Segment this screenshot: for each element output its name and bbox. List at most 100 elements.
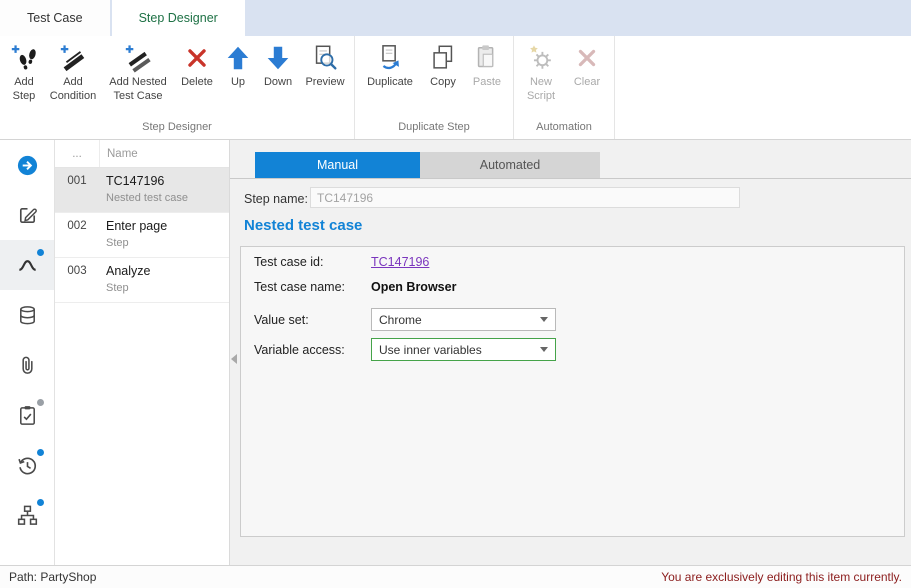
add-nested-test-case-button[interactable]: Add Nested Test Case — [102, 38, 174, 104]
add-step-label: Add Step — [6, 76, 42, 104]
step-type: Step — [106, 282, 150, 294]
section-heading: Nested test case — [244, 217, 362, 234]
up-arrow-icon — [223, 43, 253, 73]
sidebar-item-edit[interactable] — [0, 190, 54, 240]
step-number: 003 — [55, 264, 99, 294]
add-step-icon — [9, 43, 39, 73]
field-row-variable-access: Variable access: Use inner variables — [254, 338, 556, 361]
paste-button[interactable]: Paste — [465, 38, 509, 90]
test-case-id-label: Test case id: — [254, 255, 371, 269]
tab-automated-label: Automated — [480, 158, 540, 172]
sidebar-item-attachments[interactable] — [0, 340, 54, 390]
step-name-label: Step name: — [244, 192, 308, 206]
add-condition-button[interactable]: Add Condition — [44, 38, 102, 104]
attachment-icon — [16, 354, 39, 377]
ribbon-group-label-automation: Automation — [518, 116, 610, 139]
tab-automated[interactable]: Automated — [420, 152, 600, 178]
chevron-down-icon — [540, 347, 548, 352]
step-type: Step — [106, 237, 167, 249]
value-set-select[interactable]: Chrome — [371, 308, 556, 331]
ribbon-group-buttons: Duplicate Copy — [359, 38, 509, 116]
step-list-header: ... Name — [55, 140, 229, 168]
add-step-button[interactable]: Add Step — [4, 38, 44, 104]
step-detail-panel: Manual Automated Step name: Nested test … — [230, 140, 911, 565]
add-condition-icon — [58, 43, 88, 73]
test-case-name-value: Open Browser — [371, 280, 456, 294]
down-arrow-icon — [263, 43, 293, 73]
status-message: You are exclusively editing this item cu… — [661, 570, 902, 584]
notification-dot — [37, 249, 44, 256]
sidebar-item-hierarchy[interactable] — [0, 490, 54, 540]
test-case-id-link[interactable]: TC147196 — [371, 255, 429, 269]
app-window: Test Case Step Designer — [0, 0, 911, 588]
sidebar-item-checklist[interactable] — [0, 390, 54, 440]
notification-dot — [37, 449, 44, 456]
sidebar-item-history[interactable] — [0, 440, 54, 490]
new-script-label: New Script — [520, 76, 562, 104]
tab-step-designer[interactable]: Step Designer — [112, 0, 245, 36]
delete-icon — [182, 43, 212, 73]
tab-test-case[interactable]: Test Case — [0, 0, 110, 36]
ribbon-group-duplicate-step: Duplicate Copy — [355, 36, 514, 139]
variable-access-select[interactable]: Use inner variables — [371, 338, 556, 361]
ribbon-group-buttons: New Script Clear — [518, 38, 610, 116]
steps-icon — [16, 254, 39, 277]
up-button[interactable]: Up — [220, 38, 256, 90]
step-number: 002 — [55, 219, 99, 249]
step-name: Enter page — [106, 219, 167, 233]
step-list-column-name: Name — [100, 140, 138, 167]
duplicate-icon — [375, 43, 405, 73]
down-button[interactable]: Down — [256, 38, 300, 90]
ribbon-group-label-duplicate-step: Duplicate Step — [359, 116, 509, 139]
step-number: 001 — [55, 174, 99, 204]
history-icon — [16, 454, 39, 477]
clear-label: Clear — [574, 76, 600, 90]
preview-icon — [310, 43, 340, 73]
duplicate-button[interactable]: Duplicate — [359, 38, 421, 90]
sidebar-item-steps[interactable] — [0, 240, 54, 290]
duplicate-label: Duplicate — [367, 76, 413, 90]
copy-label: Copy — [430, 76, 456, 90]
step-name: Analyze — [106, 264, 150, 278]
field-row-value-set: Value set: Chrome — [254, 308, 556, 331]
hierarchy-icon — [16, 504, 39, 527]
add-condition-label: Add Condition — [46, 76, 100, 104]
delete-button[interactable]: Delete — [174, 38, 220, 90]
preview-label: Preview — [305, 76, 344, 90]
collapse-panel-arrow-icon[interactable] — [231, 354, 237, 364]
notification-dot — [37, 499, 44, 506]
new-script-button[interactable]: New Script — [518, 38, 564, 104]
copy-icon — [428, 43, 458, 73]
step-list-row[interactable]: 001 TC147196 Nested test case — [55, 168, 229, 213]
ribbon-group-automation: New Script Clear Automation — [514, 36, 615, 139]
copy-button[interactable]: Copy — [421, 38, 465, 90]
sidebar-item-test-data[interactable] — [0, 290, 54, 340]
nested-test-case-form: Test case id: TC147196 Test case name: O… — [240, 246, 905, 537]
paste-label: Paste — [473, 76, 501, 90]
clear-icon — [572, 43, 602, 73]
edit-icon — [16, 204, 39, 227]
value-set-label: Value set: — [254, 313, 371, 327]
value-set-selected-option: Chrome — [379, 313, 422, 327]
status-path: Path: PartyShop — [9, 570, 96, 584]
paste-icon — [472, 43, 502, 73]
tab-manual[interactable]: Manual — [255, 152, 420, 178]
step-type: Nested test case — [106, 192, 188, 204]
preview-button[interactable]: Preview — [300, 38, 350, 90]
step-list-row[interactable]: 002 Enter page Step — [55, 213, 229, 258]
step-name-input[interactable] — [310, 187, 740, 208]
test-case-name-label: Test case name: — [254, 280, 371, 294]
step-list-panel: ... Name 001 TC147196 Nested test case 0… — [55, 140, 230, 565]
notification-dot — [37, 399, 44, 406]
navigate-icon — [16, 154, 39, 177]
tab-manual-label: Manual — [317, 158, 358, 172]
field-row-test-case-id: Test case id: TC147196 — [254, 255, 429, 269]
clear-button[interactable]: Clear — [564, 38, 610, 90]
up-label: Up — [231, 76, 245, 90]
step-list-row[interactable]: 003 Analyze Step — [55, 258, 229, 303]
ribbon-group-buttons: Add Step Add Condition — [4, 38, 350, 116]
checklist-icon — [16, 404, 39, 427]
status-bar: Path: PartyShop You are exclusively edit… — [0, 565, 911, 588]
ribbon: Add Step Add Condition — [0, 36, 911, 140]
sidebar-item-navigate[interactable] — [0, 140, 54, 190]
